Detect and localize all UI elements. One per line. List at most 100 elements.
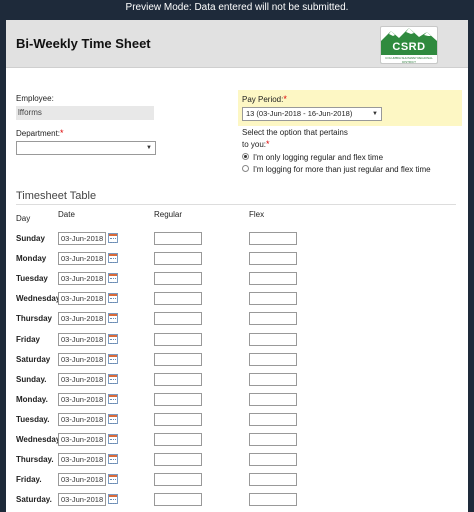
time-sheet-form: Bi-Weekly Time Sheet CSRD COLUMBIA SHUSW… (6, 20, 468, 512)
calendar-icon[interactable] (108, 293, 118, 303)
regular-hours-input[interactable] (154, 453, 202, 466)
regular-hours-input[interactable] (154, 292, 202, 305)
form-title: Bi-Weekly Time Sheet (16, 36, 151, 51)
option-more-than-regular-label: I'm logging for more than just regular a… (253, 165, 431, 174)
day-label: Saturday. (16, 495, 52, 504)
flex-hours-input[interactable] (249, 493, 297, 506)
regular-hours-input[interactable] (154, 393, 202, 406)
column-header-date: Date (58, 210, 75, 219)
employee-label: Employee: (16, 94, 54, 103)
day-label: Sunday (16, 234, 45, 243)
calendar-icon[interactable] (108, 474, 118, 484)
day-label: Tuesday. (16, 415, 50, 424)
date-input[interactable]: 03-Jun-2018 (58, 252, 106, 265)
calendar-icon[interactable] (108, 273, 118, 283)
flex-hours-input[interactable] (249, 393, 297, 406)
regular-hours-input[interactable] (154, 232, 202, 245)
date-input[interactable]: 03-Jun-2018 (58, 473, 106, 486)
day-label: Saturday (16, 355, 51, 364)
flex-hours-input[interactable] (249, 453, 297, 466)
department-label-text: Department: (16, 129, 61, 138)
regular-hours-input[interactable] (154, 252, 202, 265)
day-label: Tuesday (16, 274, 48, 283)
flex-hours-input[interactable] (249, 292, 297, 305)
calendar-icon[interactable] (108, 313, 118, 323)
flex-hours-input[interactable] (249, 333, 297, 346)
day-label: Monday. (16, 395, 48, 404)
flex-hours-input[interactable] (249, 353, 297, 366)
flex-hours-input[interactable] (249, 413, 297, 426)
flex-hours-input[interactable] (249, 272, 297, 285)
date-input[interactable]: 03-Jun-2018 (58, 292, 106, 305)
date-input[interactable]: 03-Jun-2018 (58, 232, 106, 245)
section-divider (16, 204, 456, 205)
chevron-down-icon: ▼ (372, 111, 378, 117)
regular-hours-input[interactable] (154, 433, 202, 446)
pay-period-select[interactable]: 13 (03-Jun-2018 - 16-Jun-2018) ▼ (242, 107, 382, 121)
date-input[interactable]: 03-Jun-2018 (58, 272, 106, 285)
csrd-logo: CSRD COLUMBIA SHUSWAP REGIONAL DISTRICT (380, 26, 438, 64)
calendar-icon[interactable] (108, 374, 118, 384)
regular-hours-input[interactable] (154, 373, 202, 386)
day-label: Wednesday. (16, 435, 62, 444)
date-input[interactable]: 03-Jun-2018 (58, 413, 106, 426)
date-input[interactable]: 03-Jun-2018 (58, 453, 106, 466)
flex-hours-input[interactable] (249, 312, 297, 325)
day-label: Friday. (16, 475, 42, 484)
required-marker: * (283, 94, 287, 104)
day-label: Thursday. (16, 455, 54, 464)
column-header-day: Day (16, 214, 31, 223)
column-header-flex: Flex (249, 210, 265, 219)
date-input[interactable]: 03-Jun-2018 (58, 493, 106, 506)
calendar-icon[interactable] (108, 334, 118, 344)
day-label: Sunday. (16, 375, 47, 384)
regular-hours-input[interactable] (154, 353, 202, 366)
option-prompt-line2: to you:* (242, 139, 270, 149)
timesheet-table-title: Timesheet Table (16, 190, 97, 202)
calendar-icon[interactable] (108, 394, 118, 404)
department-select[interactable]: ▼ (16, 141, 156, 155)
calendar-icon[interactable] (108, 434, 118, 444)
radio-regular-flex[interactable] (242, 153, 249, 160)
flex-hours-input[interactable] (249, 373, 297, 386)
calendar-icon[interactable] (108, 414, 118, 424)
regular-hours-input[interactable] (154, 312, 202, 325)
form-header: Bi-Weekly Time Sheet CSRD COLUMBIA SHUSW… (6, 20, 468, 68)
required-marker: * (266, 139, 270, 149)
option-regular-flex-label: I'm only logging regular and flex time (253, 153, 384, 162)
regular-hours-input[interactable] (154, 473, 202, 486)
calendar-icon[interactable] (108, 354, 118, 364)
date-input[interactable]: 03-Jun-2018 (58, 373, 106, 386)
flex-hours-input[interactable] (249, 433, 297, 446)
date-input[interactable]: 03-Jun-2018 (58, 433, 106, 446)
calendar-icon[interactable] (108, 454, 118, 464)
preview-banner: Preview Mode: Data entered will not be s… (125, 2, 349, 13)
pay-period-value: 13 (03-Jun-2018 - 16-Jun-2018) (246, 109, 353, 118)
column-header-regular: Regular (154, 210, 183, 219)
date-input[interactable]: 03-Jun-2018 (58, 333, 106, 346)
radio-more-than-regular[interactable] (242, 165, 249, 172)
day-label: Thursday (16, 314, 53, 323)
pay-period-label: Pay Period:* (242, 94, 287, 104)
regular-hours-input[interactable] (154, 333, 202, 346)
date-input[interactable]: 03-Jun-2018 (58, 312, 106, 325)
day-label: Monday (16, 254, 47, 263)
flex-hours-input[interactable] (249, 252, 297, 265)
date-input[interactable]: 03-Jun-2018 (58, 353, 106, 366)
logo-subtext: COLUMBIA SHUSWAP REGIONAL DISTRICT (385, 56, 433, 64)
employee-field[interactable]: lfforms (16, 106, 154, 120)
regular-hours-input[interactable] (154, 493, 202, 506)
date-input[interactable]: 03-Jun-2018 (58, 393, 106, 406)
calendar-icon[interactable] (108, 233, 118, 243)
logo-text: CSRD (392, 41, 426, 53)
required-marker: * (60, 128, 64, 138)
regular-hours-input[interactable] (154, 272, 202, 285)
calendar-icon[interactable] (108, 253, 118, 263)
calendar-icon[interactable] (108, 494, 118, 504)
pay-period-label-text: Pay Period: (242, 95, 284, 104)
flex-hours-input[interactable] (249, 473, 297, 486)
department-label: Department:* (16, 128, 64, 138)
regular-hours-input[interactable] (154, 413, 202, 426)
option-prompt-line1: Select the option that pertains (242, 128, 348, 137)
flex-hours-input[interactable] (249, 232, 297, 245)
